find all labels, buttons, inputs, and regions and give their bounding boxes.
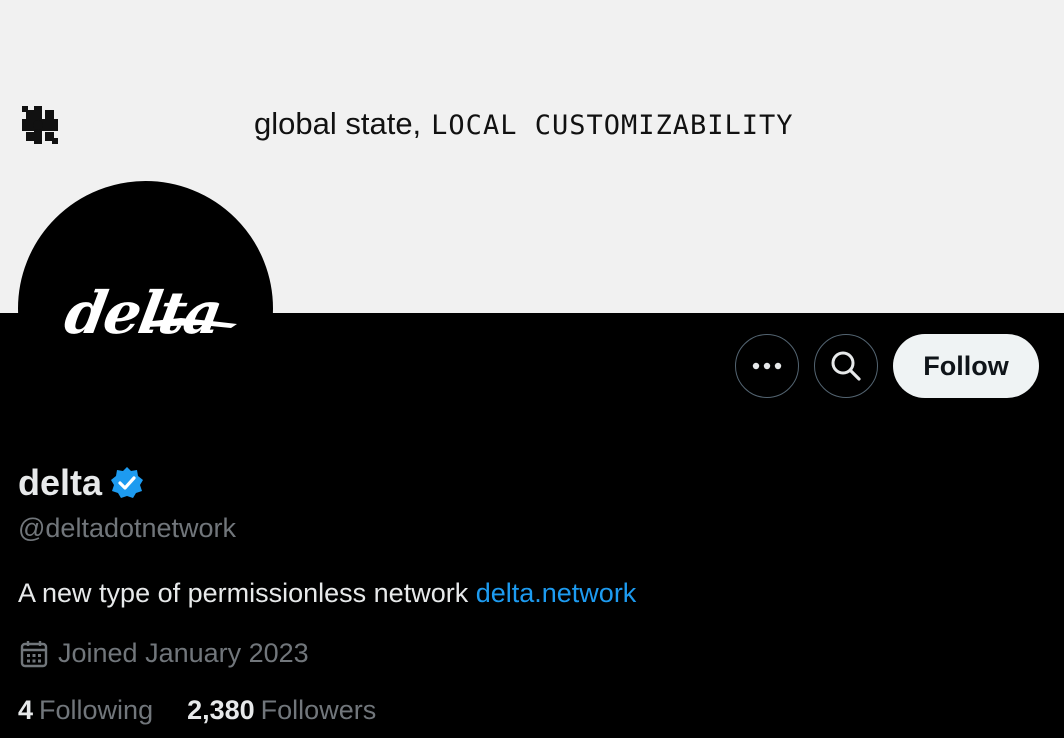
wordmark-swoosh-icon bbox=[143, 318, 237, 328]
profile-name-row: delta bbox=[18, 462, 144, 504]
joined-date: Joined January 2023 bbox=[20, 638, 309, 669]
following-label: Following bbox=[39, 695, 154, 725]
following-link[interactable]: 4 Following bbox=[18, 695, 153, 726]
avatar[interactable]: delta bbox=[18, 181, 273, 436]
banner-tagline: global state, LOCAL CUSTOMIZABILITY bbox=[254, 106, 794, 142]
followers-link[interactable]: 2,380 Followers bbox=[187, 695, 376, 726]
more-horizontal-icon bbox=[752, 362, 782, 370]
more-button[interactable] bbox=[735, 334, 799, 398]
verified-badge-icon[interactable] bbox=[110, 466, 144, 500]
search-icon bbox=[831, 351, 861, 381]
calendar-icon bbox=[20, 640, 48, 667]
follow-stats: 4 Following 2,380 Followers bbox=[18, 695, 376, 726]
search-profile-button[interactable] bbox=[814, 334, 878, 398]
bio-link[interactable]: delta.network bbox=[476, 578, 637, 608]
bio-text: A new type of permissionless network bbox=[18, 578, 476, 608]
banner-tagline-regular: global state, bbox=[254, 106, 422, 141]
following-count: 4 bbox=[18, 695, 34, 725]
display-name: delta bbox=[18, 462, 103, 503]
joined-text: Joined January 2023 bbox=[58, 638, 309, 668]
follow-button[interactable]: Follow bbox=[893, 334, 1039, 398]
followers-label: Followers bbox=[260, 695, 377, 725]
banner-tagline-mono: LOCAL CUSTOMIZABILITY bbox=[431, 110, 794, 141]
profile-bio: A new type of permissionless network del… bbox=[18, 578, 636, 609]
followers-count: 2,380 bbox=[187, 695, 255, 725]
asterisk-logo-icon bbox=[22, 106, 58, 144]
profile-handle: @deltadotnetwork bbox=[18, 513, 237, 543]
profile-page: global state, LOCAL CUSTOMIZABILITY delt… bbox=[0, 0, 1064, 738]
